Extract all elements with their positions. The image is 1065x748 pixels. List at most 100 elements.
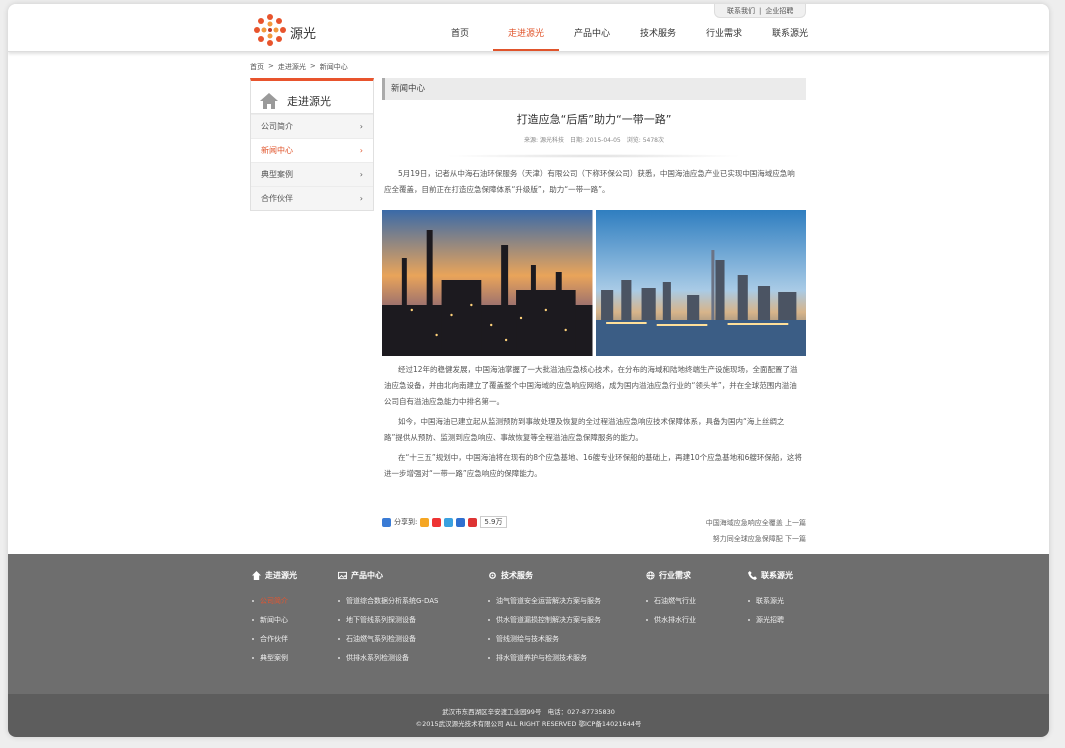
footer-link-label: 供排水系列检测设备 — [346, 653, 409, 662]
footer-link[interactable]: 典型案例 — [252, 648, 297, 667]
footer-link[interactable]: 合作伙伴 — [252, 629, 297, 648]
sidebar-item-company[interactable]: 公司简介 › — [251, 114, 373, 138]
article-paragraph: 如今，中国海油已建立起从监测预防到事故处理及恢复的全过程溢油应急响应技术保障体系… — [384, 417, 785, 442]
top-links-separator: | — [759, 6, 762, 15]
section-title: 新闻中心 — [382, 78, 806, 100]
footer-link-label: 供水管道漏损控制解决方案与服务 — [496, 615, 601, 624]
weibo-icon[interactable] — [432, 517, 442, 527]
footer-link[interactable]: 地下管线系列探测设备 — [338, 610, 438, 629]
footer-link-label: 源光招聘 — [756, 615, 784, 624]
footer-col-title: 行业需求 — [659, 571, 691, 580]
footer-bottom: 武汉市东西湖区辛安渡工业园99号 电话：027-87735830 ©2015武汉… — [8, 694, 1049, 737]
skyline-photo — [595, 210, 806, 356]
chevron-right-icon: › — [359, 146, 363, 155]
meta-date: 日期: 2015-04-05 — [569, 137, 621, 144]
prev-article-link[interactable]: 中国海域应急响应全覆盖 上一篇 — [706, 515, 806, 531]
nav-contact[interactable]: 联系源光 — [757, 26, 823, 51]
gear-icon — [489, 572, 496, 579]
footer-col-about: 走进源光 公司简介 新闻中心 合作伙伴 典型案例 — [252, 570, 297, 667]
footer-link[interactable]: 供水管道漏损控制解决方案与服务 — [488, 610, 601, 629]
footer-copyright: ©2015武汉源光技术有限公司 ALL RIGHT RESERVED 鄂ICP备… — [415, 720, 642, 728]
bullet-icon — [748, 618, 750, 621]
sidebar: 走进源光 公司简介 › 新闻中心 › 典型案例 › 合作伙伴 › — [250, 78, 374, 211]
sidebar-item-partners[interactable]: 合作伙伴 › — [251, 186, 373, 210]
footer-link-label: 合作伙伴 — [260, 634, 288, 643]
share-label: 分享到: — [394, 518, 418, 526]
footer-col-title: 技术服务 — [501, 571, 533, 580]
next-article-link[interactable]: 努力同全球应急保障配 下一篇 — [706, 531, 806, 547]
nav-industry[interactable]: 行业需求 — [691, 26, 757, 51]
bullet-icon — [488, 599, 490, 602]
footer-link[interactable]: 新闻中心 — [252, 610, 297, 629]
renren-icon[interactable] — [456, 517, 466, 527]
footer-link[interactable]: 源光招聘 — [748, 610, 793, 629]
bullet-icon — [488, 656, 490, 659]
sidebar-item-label: 合作伙伴 — [261, 194, 293, 203]
nav-about[interactable]: 走进源光 — [493, 26, 559, 51]
breadcrumb-home[interactable]: 首页 — [250, 62, 264, 72]
main-nav: 首页 走进源光 产品中心 技术服务 行业需求 联系源光 — [427, 26, 823, 51]
footer-col-products: 产品中心 管道综合数据分析系统G-DAS 地下管线系列探测设备 石油燃气系列检测… — [338, 570, 438, 667]
footer-link[interactable]: 油气管道安全运营解决方案与服务 — [488, 591, 601, 610]
breadcrumb-about[interactable]: 走进源光 — [278, 62, 306, 72]
house-icon — [260, 93, 278, 109]
prev-next-links: 中国海域应急响应全覆盖 上一篇 努力同全球应急保障配 下一篇 — [706, 515, 806, 547]
footer-link-label: 石油燃气系列检测设备 — [346, 634, 416, 643]
share-plus-icon[interactable] — [382, 517, 391, 527]
sidebar-header: 走进源光 — [251, 81, 373, 114]
sidebar-item-cases[interactable]: 典型案例 › — [251, 162, 373, 186]
footer-link[interactable]: 管线测绘与技术服务 — [488, 629, 601, 648]
footer-col-industry: 行业需求 石油燃气行业 供水排水行业 — [646, 570, 696, 629]
bullet-icon — [252, 637, 254, 640]
footer-col-title: 走进源光 — [265, 571, 297, 580]
footer-link[interactable]: 石油燃气行业 — [646, 591, 696, 610]
footer-link-label: 公司简介 — [260, 596, 288, 605]
footer-col-contact: 联系源光 联系源光 源光招聘 — [748, 570, 793, 629]
bullet-icon — [252, 618, 254, 621]
sidebar-item-news[interactable]: 新闻中心 › — [251, 138, 373, 162]
article-title: 打造应急“后盾”助力“一带一路” — [516, 113, 672, 126]
bullet-icon — [338, 656, 340, 659]
bullet-icon — [646, 618, 648, 621]
image-icon — [338, 571, 347, 580]
footer-link[interactable]: 管道综合数据分析系统G-DAS — [338, 591, 438, 610]
bullet-icon — [252, 599, 254, 602]
contact-us-link[interactable]: 联系我们 — [727, 6, 755, 16]
footer-link[interactable]: 联系源光 — [748, 591, 793, 610]
footer-link-label: 新闻中心 — [260, 615, 288, 624]
footer-link[interactable]: 公司简介 — [252, 591, 297, 610]
globe-icon — [646, 571, 655, 580]
nav-home[interactable]: 首页 — [427, 26, 493, 51]
nav-products[interactable]: 产品中心 — [559, 26, 625, 51]
footer-link-label: 排水管道养护与检测技术服务 — [496, 653, 587, 662]
footer-col-title: 产品中心 — [351, 571, 383, 580]
footer-phone: 电话：027-87735830 — [547, 708, 615, 716]
footer-link[interactable]: 供排水系列检测设备 — [338, 648, 438, 667]
site-header: 源光 联系我们 | 企业招聘 首页 走进源光 产品中心 技术服务 行业需求 联系… — [8, 4, 1049, 52]
douban-icon[interactable] — [468, 517, 478, 527]
footer-col-services: 技术服务 油气管道安全运营解决方案与服务 供水管道漏损控制解决方案与服务 管线测… — [488, 570, 601, 667]
article-paragraph: 5月19日，记者从中海石油环保服务（天津）有限公司（下称环保公司）获悉，中国海油… — [384, 169, 795, 194]
recruitment-link[interactable]: 企业招聘 — [765, 6, 793, 16]
footer-link[interactable]: 排水管道养护与检测技术服务 — [488, 648, 601, 667]
share-count: 5.9万 — [480, 516, 507, 528]
logo-mark-icon — [254, 14, 286, 46]
sidebar-title: 走进源光 — [287, 95, 331, 108]
breadcrumb-current: 新闻中心 — [319, 63, 348, 71]
footer-link-label: 管道综合数据分析系统G-DAS — [346, 596, 439, 605]
breadcrumb: 首页 > 走进源光 > 新闻中心 — [250, 62, 348, 72]
bullet-icon — [646, 599, 648, 602]
qzone-icon[interactable] — [420, 517, 430, 527]
footer-link[interactable]: 石油燃气系列检测设备 — [338, 629, 438, 648]
logo-text: 源光 — [290, 27, 317, 42]
nav-services[interactable]: 技术服务 — [625, 26, 691, 51]
tencent-weibo-icon[interactable] — [444, 517, 454, 527]
breadcrumb-separator: > — [268, 62, 274, 70]
phone-icon — [748, 571, 757, 580]
footer-link[interactable]: 供水排水行业 — [646, 610, 696, 629]
footer-link-label: 典型案例 — [260, 653, 288, 662]
top-links: 联系我们 | 企业招聘 — [714, 4, 807, 18]
footer-address-line: 武汉市东西湖区辛安渡工业园99号 电话：027-87735830 — [8, 706, 1049, 718]
footer-link-label: 地下管线系列探测设备 — [346, 615, 416, 624]
logo[interactable]: 源光 — [252, 12, 332, 48]
